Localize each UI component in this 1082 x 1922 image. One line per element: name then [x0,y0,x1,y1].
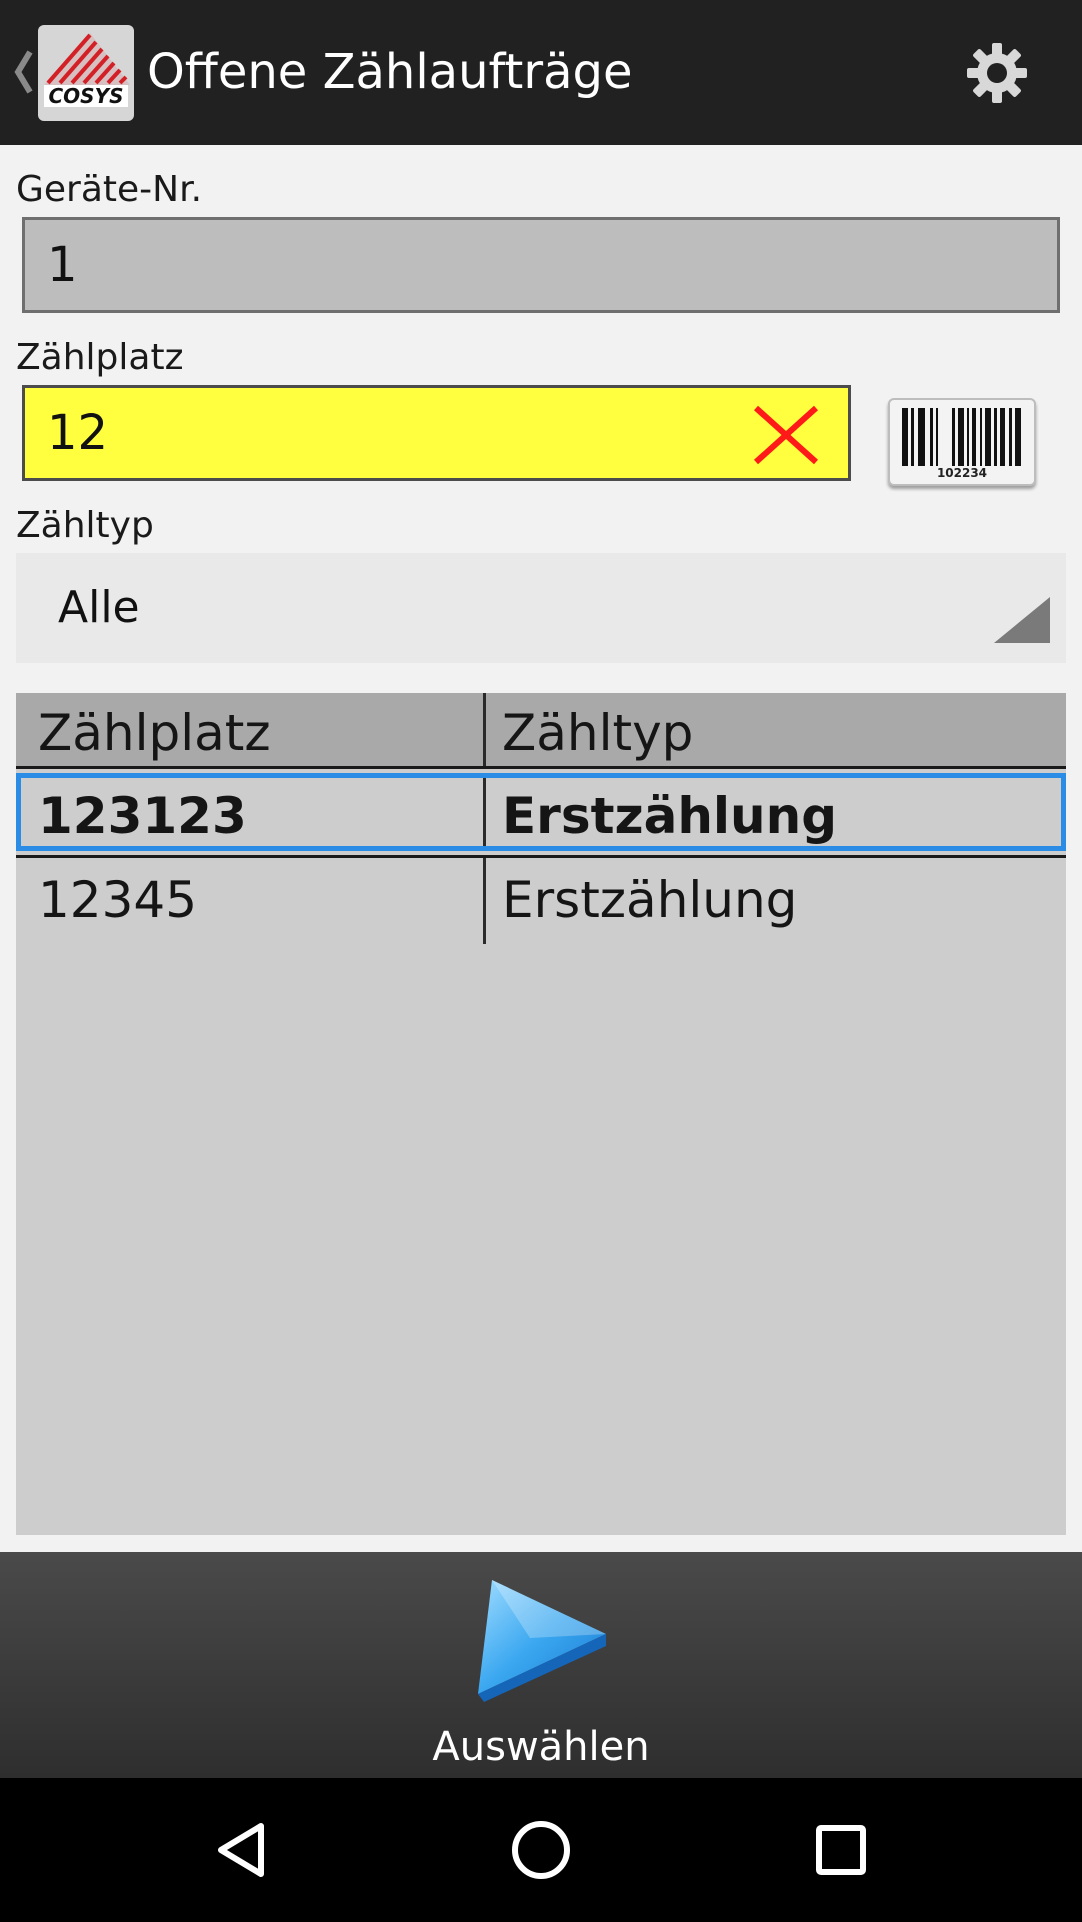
action-bar: COSYS Offene Zählaufträge [0,0,1082,145]
chevron-left-icon[interactable] [10,44,36,100]
system-navigation-bar [0,1778,1082,1922]
nav-back-icon[interactable] [191,1800,291,1900]
bottom-action-bar: Auswählen [0,1552,1082,1778]
settings-button[interactable] [950,30,1044,116]
cell-zaehltyp: Erstzählung [502,787,838,845]
table-header: Zählplatz Zähltyp [16,693,1066,769]
select-button-label: Auswählen [432,1724,650,1770]
count-type-dropdown[interactable]: Alle [16,553,1066,663]
count-type-selected: Alle [58,582,140,633]
logo-text: COSYS [49,84,124,108]
table-row[interactable]: 12345 Erstzählung [16,858,1066,944]
spinner-corner-arrow-icon [994,597,1050,643]
cell-zaehlplatz: 123123 [38,787,247,845]
device-number-field: 1 [22,217,1060,313]
cell-zaehlplatz: 12345 [38,871,198,929]
device-number-label: Geräte-Nr. [16,169,203,210]
column-divider [483,778,486,846]
count-type-label: Zähltyp [16,505,154,546]
barcode-number: 102234 [936,466,988,480]
clear-x-icon[interactable] [748,402,824,468]
cell-zaehltyp: Erstzählung [502,871,798,929]
gear-icon [967,43,1027,103]
app-logo[interactable]: COSYS [38,25,134,121]
column-header-zaehltyp: Zähltyp [502,704,694,762]
count-location-label: Zählplatz [16,337,184,378]
count-orders-table[interactable]: Zählplatz Zähltyp 123123 Erstzählung 123… [16,693,1066,1535]
play-arrow-icon [478,1580,606,1702]
table-row[interactable]: 123123 Erstzählung [16,773,1066,859]
barcode-scan-button[interactable]: 102234 [888,398,1036,486]
select-button[interactable]: Auswählen [400,1562,682,1772]
nav-home-icon[interactable] [491,1800,591,1900]
column-header-zaehlplatz: Zählplatz [38,704,271,762]
column-divider [483,693,486,766]
count-location-input[interactable]: 12 [22,385,851,481]
column-divider [483,858,486,944]
nav-recents-icon[interactable] [791,1800,891,1900]
page-title: Offene Zählaufträge [147,44,633,100]
